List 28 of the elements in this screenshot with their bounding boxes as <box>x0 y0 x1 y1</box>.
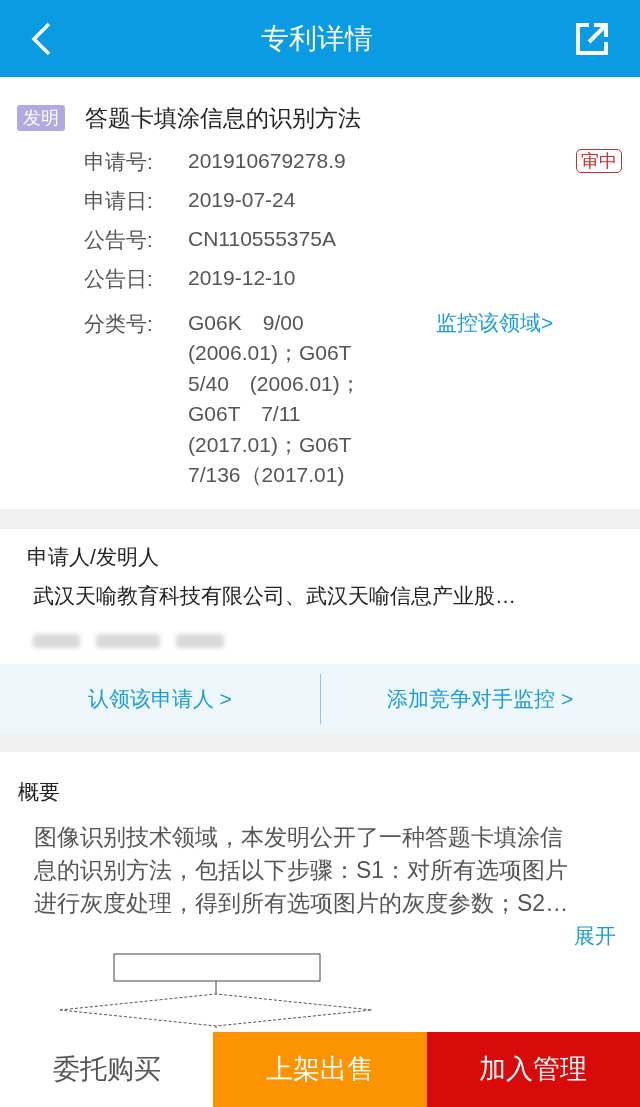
claim-applicant-link[interactable]: 认领该申请人 > <box>87 682 232 715</box>
field-label: 公告日: <box>84 265 154 292</box>
monitor-field-link[interactable]: 监控该领域> <box>436 307 554 338</box>
patent-title: 答题卡填涂信息的识别方法 <box>85 104 361 133</box>
field-value: CN110555375A <box>188 225 337 252</box>
page-title: 专利详情 <box>261 21 373 56</box>
add-to-manage-button[interactable]: 加入管理 <box>426 1032 640 1107</box>
list-for-sale-button[interactable]: 上架出售 <box>213 1032 427 1107</box>
field-label: 公告号: <box>84 226 154 253</box>
share-icon[interactable] <box>574 20 610 57</box>
field-value: 201910679278.9 <box>188 147 347 174</box>
field-label: 申请日: <box>84 187 154 214</box>
status-badge: 审中 <box>576 149 622 173</box>
field-value: 2019-07-24 <box>188 186 297 213</box>
type-tag: 发明 <box>17 105 65 132</box>
summary-text: 图像识别技术领域，本发明公开了一种答题卡填涂信息的识别方法，包括以下步骤：S1：对所有选项图片进行灰度处理，得到所有选项图片的灰度参数；S2… <box>33 823 570 918</box>
expand-link[interactable]: 展开 <box>574 920 616 952</box>
field-label: 分类号: <box>84 310 154 337</box>
blurred-mark <box>33 633 80 648</box>
competitor-monitor-link[interactable]: 添加竞争对手监控 > <box>387 682 574 715</box>
section-heading: 申请人/发明人 <box>26 543 160 570</box>
field-value: 2019-12-10 <box>188 264 297 291</box>
section-heading: 概要 <box>17 778 61 805</box>
field-label: 申请号: <box>84 148 154 175</box>
blurred-mark <box>96 633 160 648</box>
blurred-mark <box>176 633 224 648</box>
field-value: G06K 9/00 (2006.01)；G06T 5/40 (2006.01)； G06T 7/11 (2017.01)；G06T 7/136（2017.01) <box>188 309 362 488</box>
applicant-names: 武汉天喻教育科技有限公司、武汉天喻信息产业股… <box>32 583 517 609</box>
